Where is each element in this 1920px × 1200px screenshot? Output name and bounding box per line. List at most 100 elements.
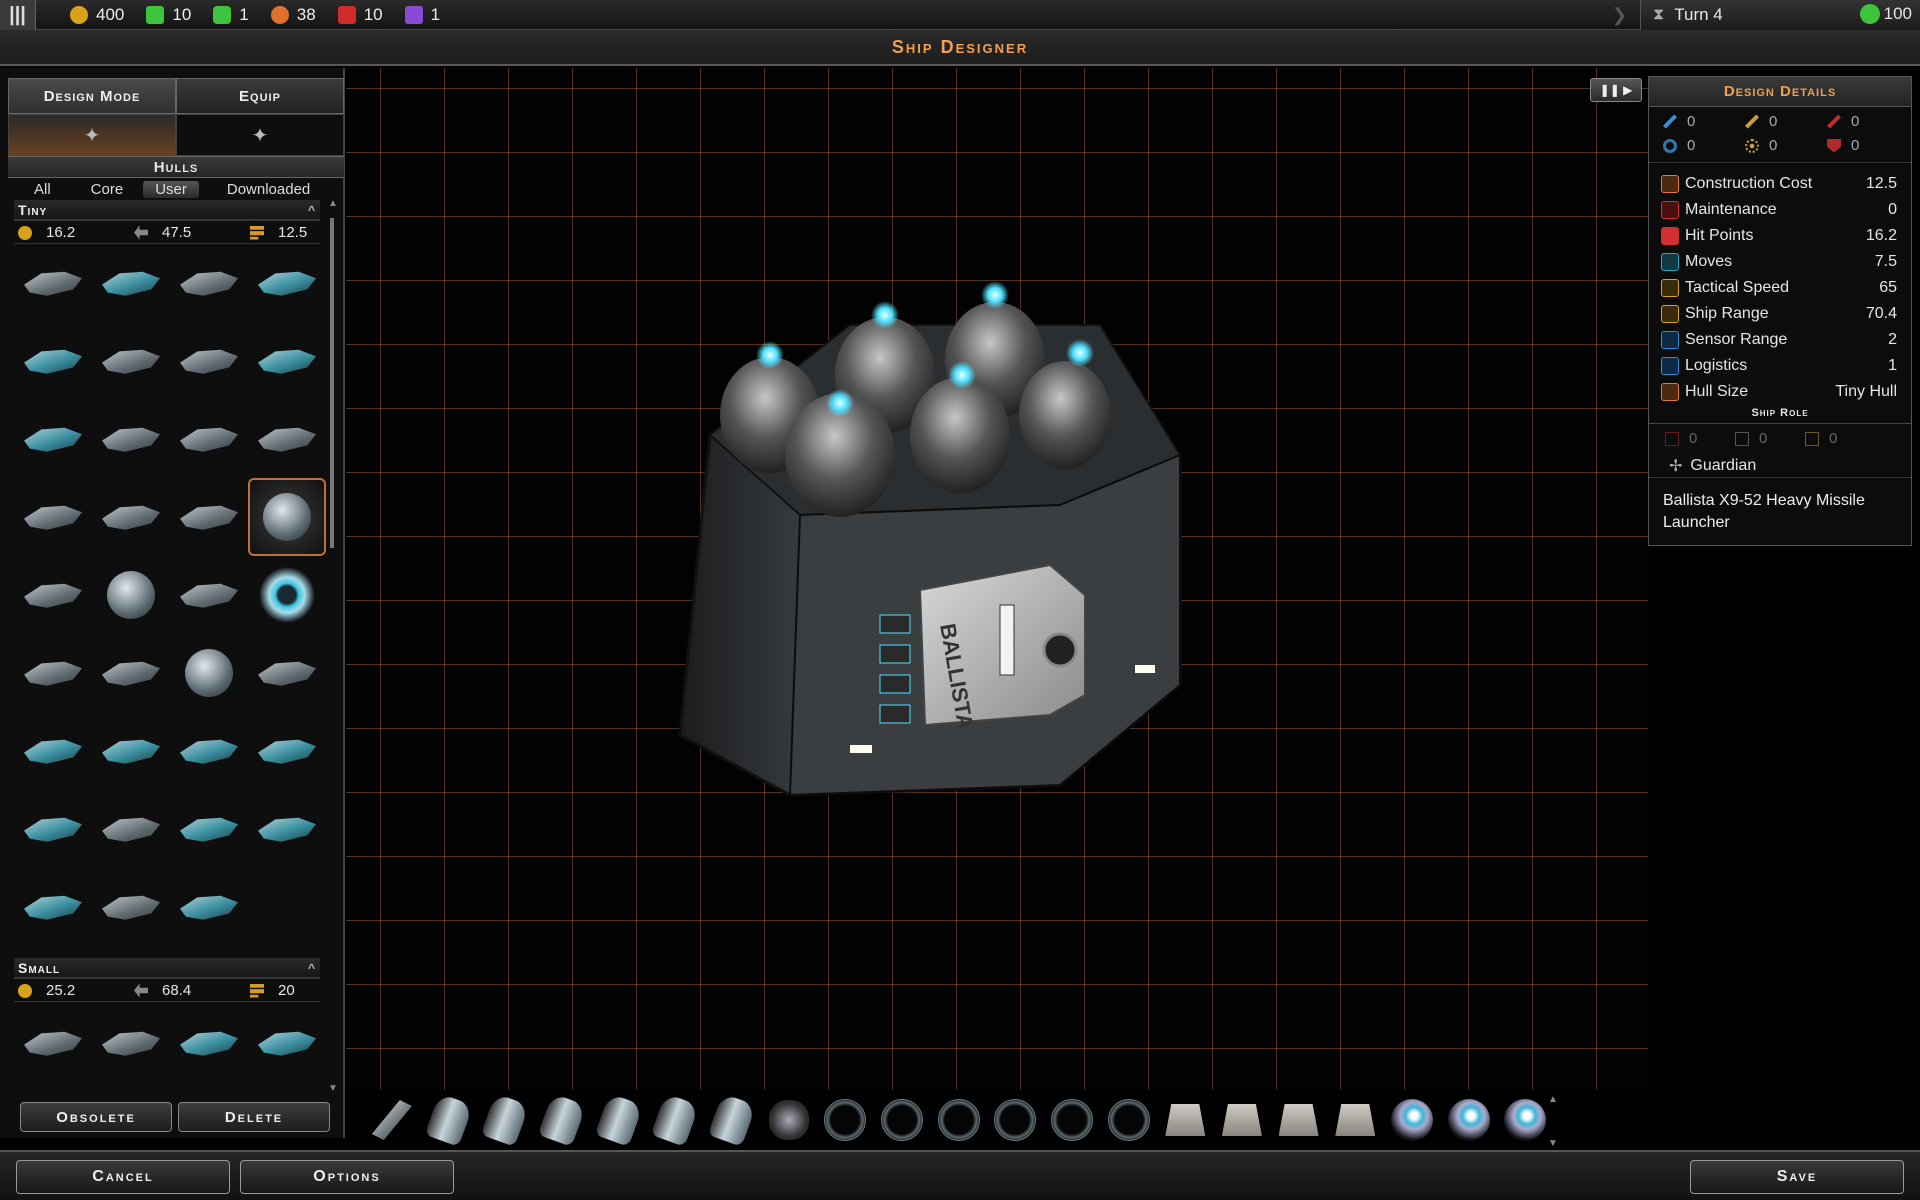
hull-item[interactable] [170, 634, 248, 712]
hull-item[interactable] [92, 712, 170, 790]
chevron-right-icon[interactable]: ❯ [1612, 5, 1627, 26]
component-item[interactable] [1499, 1094, 1551, 1146]
hull-item[interactable] [170, 790, 248, 868]
pause-icon[interactable]: ❚❚ [1600, 83, 1620, 97]
missile-launcher-model[interactable]: BALLISTA [640, 265, 1200, 815]
component-item[interactable] [763, 1094, 815, 1146]
filter-all[interactable]: All [22, 181, 63, 198]
hull-item[interactable] [92, 790, 170, 868]
hull-thumbnail [263, 493, 311, 541]
hull-item[interactable] [92, 634, 170, 712]
component-item[interactable] [876, 1094, 928, 1146]
collapse-icon[interactable]: ^ [308, 958, 316, 978]
hull-item[interactable] [170, 478, 248, 556]
hull-item[interactable] [170, 868, 248, 946]
hull-item[interactable] [14, 1004, 92, 1068]
component-item[interactable] [1046, 1094, 1098, 1146]
scroll-down-arrow-icon[interactable]: ▼ [328, 1083, 338, 1094]
scroll-up-arrow-icon[interactable]: ▲ [328, 198, 338, 209]
section-header-small[interactable]: Small ^ [14, 958, 320, 978]
hull-item[interactable] [14, 556, 92, 634]
hull-item-selected[interactable] [248, 478, 326, 556]
design-ship-icon[interactable]: ✦ [8, 114, 176, 156]
play-icon[interactable]: ▶ [1623, 83, 1632, 97]
hull-item[interactable] [92, 322, 170, 400]
hull-item[interactable] [14, 478, 92, 556]
manufacturing-icon [270, 6, 289, 24]
component-item[interactable] [593, 1093, 645, 1147]
component-item[interactable] [1103, 1094, 1155, 1146]
equip-ship-icon[interactable]: ✦ [176, 114, 344, 156]
component-item[interactable] [649, 1093, 701, 1147]
hull-item[interactable] [14, 868, 92, 946]
hull-item[interactable] [170, 322, 248, 400]
obsolete-button[interactable]: Obsolete [20, 1102, 172, 1132]
component-item[interactable] [479, 1093, 531, 1147]
hull-item[interactable] [14, 790, 92, 868]
hull-item[interactable] [14, 712, 92, 790]
hull-item[interactable] [92, 478, 170, 556]
delete-button[interactable]: Delete [178, 1102, 330, 1132]
component-item[interactable] [933, 1094, 985, 1146]
hull-item[interactable] [170, 712, 248, 790]
resource-credits[interactable]: 400 [70, 5, 124, 25]
resource-population[interactable]: 10 [146, 5, 191, 25]
filter-user[interactable]: User [143, 180, 199, 198]
resource-military[interactable]: 10 [337, 5, 383, 25]
component-item[interactable] [1329, 1094, 1381, 1146]
hull-item[interactable] [248, 556, 326, 634]
hull-item[interactable] [14, 322, 92, 400]
component-item[interactable] [1216, 1094, 1268, 1146]
approval-rating[interactable]: 100 [1859, 4, 1912, 24]
ship-role[interactable]: ✢ Guardian [1649, 454, 1911, 478]
save-button[interactable]: Save [1690, 1160, 1904, 1194]
hull-list-scrollbar[interactable] [330, 218, 334, 548]
bottom-action-bar: Cancel Options Save [0, 1150, 1920, 1200]
component-item[interactable] [1159, 1094, 1211, 1146]
filter-downloaded[interactable]: Downloaded [215, 181, 322, 198]
component-scroll-down-icon[interactable]: ▼ [1548, 1138, 1558, 1149]
collapse-icon[interactable]: ^ [308, 200, 316, 220]
hull-item[interactable] [248, 634, 326, 712]
hull-item[interactable] [92, 400, 170, 478]
cancel-button[interactable]: Cancel [16, 1160, 230, 1194]
hull-item[interactable] [248, 1004, 326, 1068]
playback-controls[interactable]: ❚❚ ▶ [1590, 78, 1642, 102]
component-item[interactable] [536, 1093, 588, 1147]
hull-item[interactable] [170, 244, 248, 322]
resource-influence[interactable]: 1 [404, 5, 440, 25]
component-item[interactable] [423, 1093, 475, 1147]
options-button[interactable]: Options [240, 1160, 454, 1194]
hull-item[interactable] [170, 1004, 248, 1068]
hull-item[interactable] [14, 400, 92, 478]
hull-item[interactable] [92, 1004, 170, 1068]
component-item[interactable] [989, 1094, 1041, 1146]
hull-item[interactable] [14, 634, 92, 712]
hull-item[interactable] [248, 322, 326, 400]
stat-hp: 20 [250, 982, 295, 999]
component-item[interactable] [366, 1094, 418, 1146]
component-item[interactable] [1386, 1094, 1438, 1146]
hull-item[interactable] [248, 400, 326, 478]
hull-item[interactable] [248, 790, 326, 868]
tab-design-mode[interactable]: Design Mode [8, 78, 176, 114]
resource-food[interactable]: 1 [213, 5, 249, 25]
resource-manufacturing[interactable]: 38 [270, 5, 316, 25]
hull-item[interactable] [92, 868, 170, 946]
filter-core[interactable]: Core [79, 181, 136, 198]
hull-item[interactable] [92, 556, 170, 634]
component-item[interactable] [706, 1093, 758, 1147]
hull-item[interactable] [14, 244, 92, 322]
section-header-tiny[interactable]: Tiny ^ [14, 200, 320, 220]
tab-equip[interactable]: Equip [176, 78, 344, 114]
component-item[interactable] [1443, 1094, 1495, 1146]
component-scroll-up-icon[interactable]: ▲ [1548, 1094, 1558, 1105]
main-menu-logo[interactable]: ||| [0, 0, 36, 30]
hull-item[interactable] [248, 712, 326, 790]
hull-item[interactable] [248, 244, 326, 322]
hull-item[interactable] [170, 400, 248, 478]
hull-item[interactable] [92, 244, 170, 322]
component-item[interactable] [1273, 1094, 1325, 1146]
component-item[interactable] [819, 1094, 871, 1146]
hull-item[interactable] [170, 556, 248, 634]
